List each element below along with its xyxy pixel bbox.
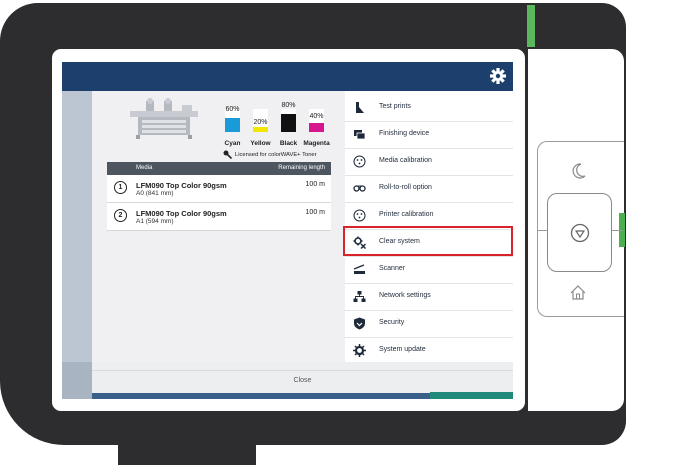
close-label: Close [293,377,312,384]
media-name: LFM090 Top Color 90gsm [136,181,227,190]
license-text: Licensed for colorWAVE+ Toner [235,152,317,158]
toner-fill [309,123,324,132]
menu-item-label: Roll-to-roll option [379,184,432,191]
printer-calibration-icon [353,209,366,222]
header-remaining-length: Remaining length [278,165,325,171]
media-length: 100 m [305,209,325,216]
menu-item-label: Media calibration [379,157,432,164]
toner-percent: 60% [225,106,240,113]
toner-yellow: 20% Yellow [250,99,271,147]
gear-icon[interactable] [489,67,507,85]
control-divider [537,230,547,231]
menu-item-label: Security [379,319,405,326]
menu-item-label: Network settings [379,292,431,299]
toner-fill [253,127,268,132]
menu-item-test-prints[interactable]: Test prints [345,94,513,122]
menu-item-label: Scanner [379,265,406,272]
key-icon [223,150,232,159]
left-strip [62,91,92,399]
network-settings-icon [353,291,366,302]
media-size: A0 (841 mm) [136,190,174,197]
status-led-top [527,5,535,47]
menu-item-media-calibration[interactable]: Media calibration [345,148,513,176]
top-bar [62,62,513,91]
left-strip-lower [62,362,92,399]
toner-black: 80% Black [280,99,297,147]
toner-label: Black [279,140,298,147]
menu-item-network-settings[interactable]: Network settings [345,283,513,311]
printer-status-area: 60% Cyan 20% Yellow 80% Black 40% Magent… [92,91,345,362]
roll-number: 1 [114,181,127,194]
bottom-action-strip [430,392,513,399]
security-icon [354,317,365,330]
bottom-strip [92,393,430,399]
menu-item-label: Printer calibration [379,211,434,218]
menu-item-label: Finishing device [379,130,430,137]
device-stand [118,440,256,465]
toner-label: Yellow [250,140,271,147]
system-update-icon [353,344,366,357]
power-button[interactable] [547,193,612,272]
toner-percent: 80% [281,102,296,109]
menu-item-finishing-device[interactable]: Finishing device [345,121,513,149]
toner-cyan: 60% Cyan [225,99,241,147]
menu-item-label: Test prints [379,103,411,110]
toner-fill [281,114,296,132]
media-row[interactable]: 1 LFM090 Top Color 90gsm A0 (841 mm) 100… [107,175,331,203]
toner-percent: 40% [309,113,324,120]
menu-item-system-update[interactable]: System update [345,337,513,364]
menu-item-roll-to-roll[interactable]: Roll-to-roll option [345,175,513,203]
sleep-button[interactable] [568,160,590,182]
media-table: Media Remaining length 1 LFM090 Top Colo… [107,162,331,231]
media-calibration-icon [353,155,366,168]
roll-to-roll-icon [353,185,366,192]
close-button[interactable]: Close [92,370,513,391]
roll-number: 2 [114,209,127,222]
scanner-icon [353,264,365,274]
toner-label: Cyan [224,140,241,147]
moon-icon [572,163,586,179]
finishing-device-icon [354,130,366,140]
clear-system-highlight [343,226,513,256]
toner-fill [225,118,240,132]
home-button[interactable] [567,281,589,303]
header-media: Media [136,165,153,171]
media-size: A1 (594 mm) [136,218,174,225]
menu-item-security[interactable]: Security [345,310,513,338]
home-icon [570,284,586,300]
menu-item-label: System update [379,346,426,353]
toner-magenta: 40% Magenta [303,99,330,147]
touch-screen: 60% Cyan 20% Yellow 80% Black 40% Magent… [62,62,513,399]
stop-icon [570,223,589,242]
toner-label: Magenta [303,140,330,147]
toner-percent: 20% [253,119,268,126]
media-name: LFM090 Top Color 90gsm [136,209,227,218]
media-length: 100 m [305,181,325,188]
media-table-header: Media Remaining length [107,162,331,175]
menu-item-scanner[interactable]: Scanner [345,256,513,284]
printer-illustration-icon [130,98,198,139]
test-prints-icon [356,102,364,113]
media-row[interactable]: 2 LFM090 Top Color 90gsm A1 (594 mm) 100… [107,203,331,231]
